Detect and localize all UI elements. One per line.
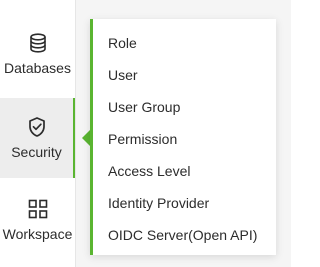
menu-item-permission[interactable]: Permission <box>108 127 177 151</box>
sidebar-item-label: Workspace <box>2 226 73 242</box>
menu-item-identity-provider[interactable]: Identity Provider <box>108 191 209 215</box>
menu-item-oidc-server[interactable]: OIDC Server(Open API) <box>108 223 257 247</box>
grid-icon <box>27 198 49 220</box>
database-icon <box>27 32 49 54</box>
sidebar-item-label: Security <box>11 144 62 160</box>
shield-check-icon <box>26 116 48 138</box>
menu-item-access-level[interactable]: Access Level <box>108 159 190 183</box>
menu-item-role[interactable]: Role <box>108 31 137 55</box>
security-submenu: Role User User Group Permission Access L… <box>90 19 276 255</box>
sidebar-item-workspace[interactable]: Workspace <box>0 180 75 260</box>
sidebar-item-security[interactable]: Security <box>0 98 75 178</box>
app-root: Databases Security Workspace Role User U… <box>0 0 291 267</box>
menu-pointer-arrow <box>82 130 90 146</box>
menu-item-user[interactable]: User <box>108 63 138 87</box>
menu-item-user-group[interactable]: User Group <box>108 95 180 119</box>
sidebar: Databases Security Workspace <box>0 0 76 267</box>
sidebar-item-label: Databases <box>4 60 71 76</box>
sidebar-item-databases[interactable]: Databases <box>0 14 75 94</box>
